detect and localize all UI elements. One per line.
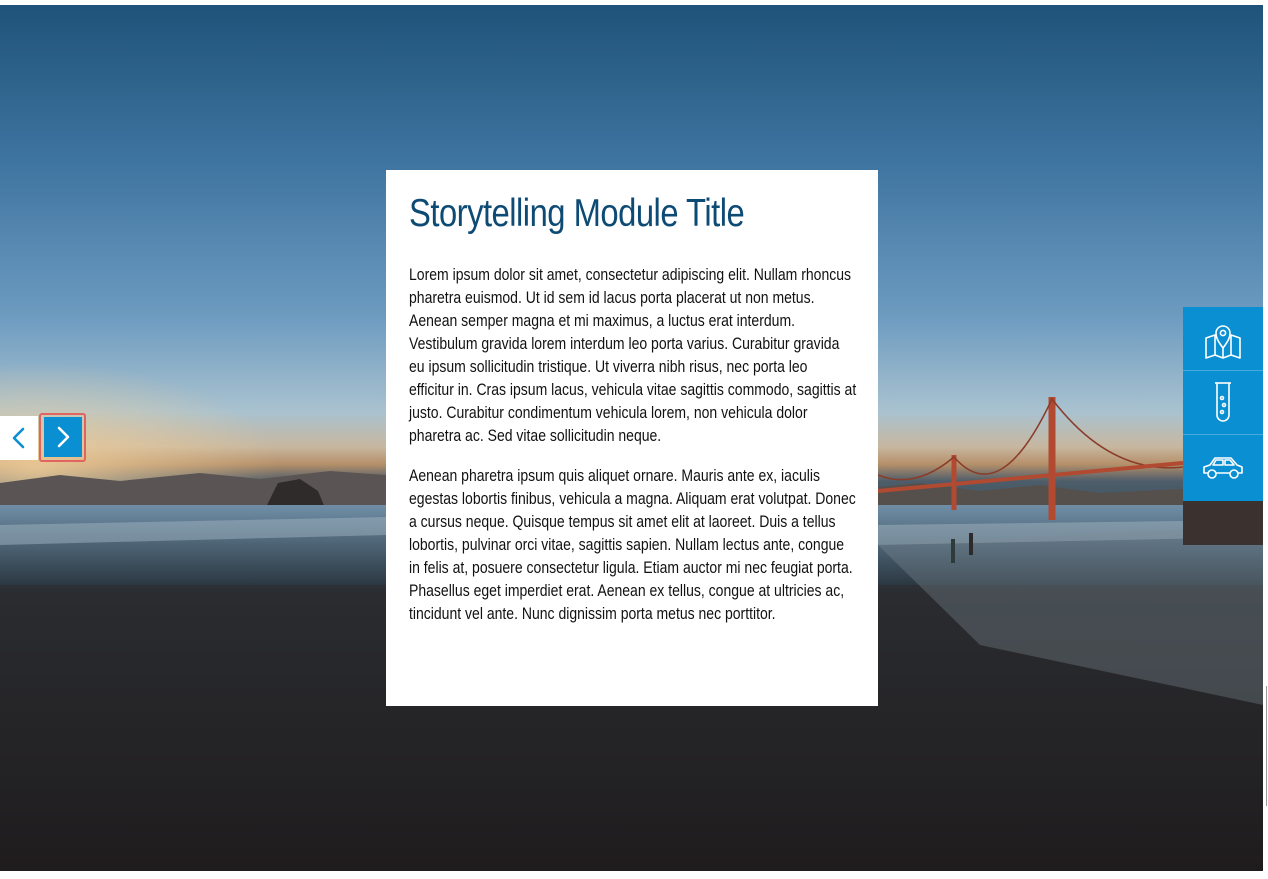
previous-slide-button[interactable] bbox=[0, 416, 38, 460]
scrollbar-track[interactable] bbox=[1266, 686, 1267, 806]
story-paragraph-1: Lorem ipsum dolor sit amet, consectetur … bbox=[409, 266, 857, 445]
story-card: Storytelling Module Title Lorem ipsum do… bbox=[386, 170, 878, 706]
chevron-right-icon bbox=[57, 426, 70, 448]
side-menu-vehicle[interactable] bbox=[1183, 435, 1263, 501]
story-paragraph-2: Aenean pharetra ipsum quis aliquet ornar… bbox=[409, 467, 856, 623]
map-pin-icon bbox=[1205, 324, 1241, 359]
next-slide-button[interactable] bbox=[44, 417, 82, 457]
test-tube-icon bbox=[1215, 381, 1231, 422]
side-quick-menu bbox=[1183, 307, 1263, 501]
story-title: Storytelling Module Title bbox=[409, 192, 745, 235]
chevron-left-icon bbox=[12, 427, 25, 449]
car-icon bbox=[1203, 457, 1243, 479]
side-menu-map[interactable] bbox=[1183, 307, 1263, 371]
side-menu-science[interactable] bbox=[1183, 371, 1263, 435]
